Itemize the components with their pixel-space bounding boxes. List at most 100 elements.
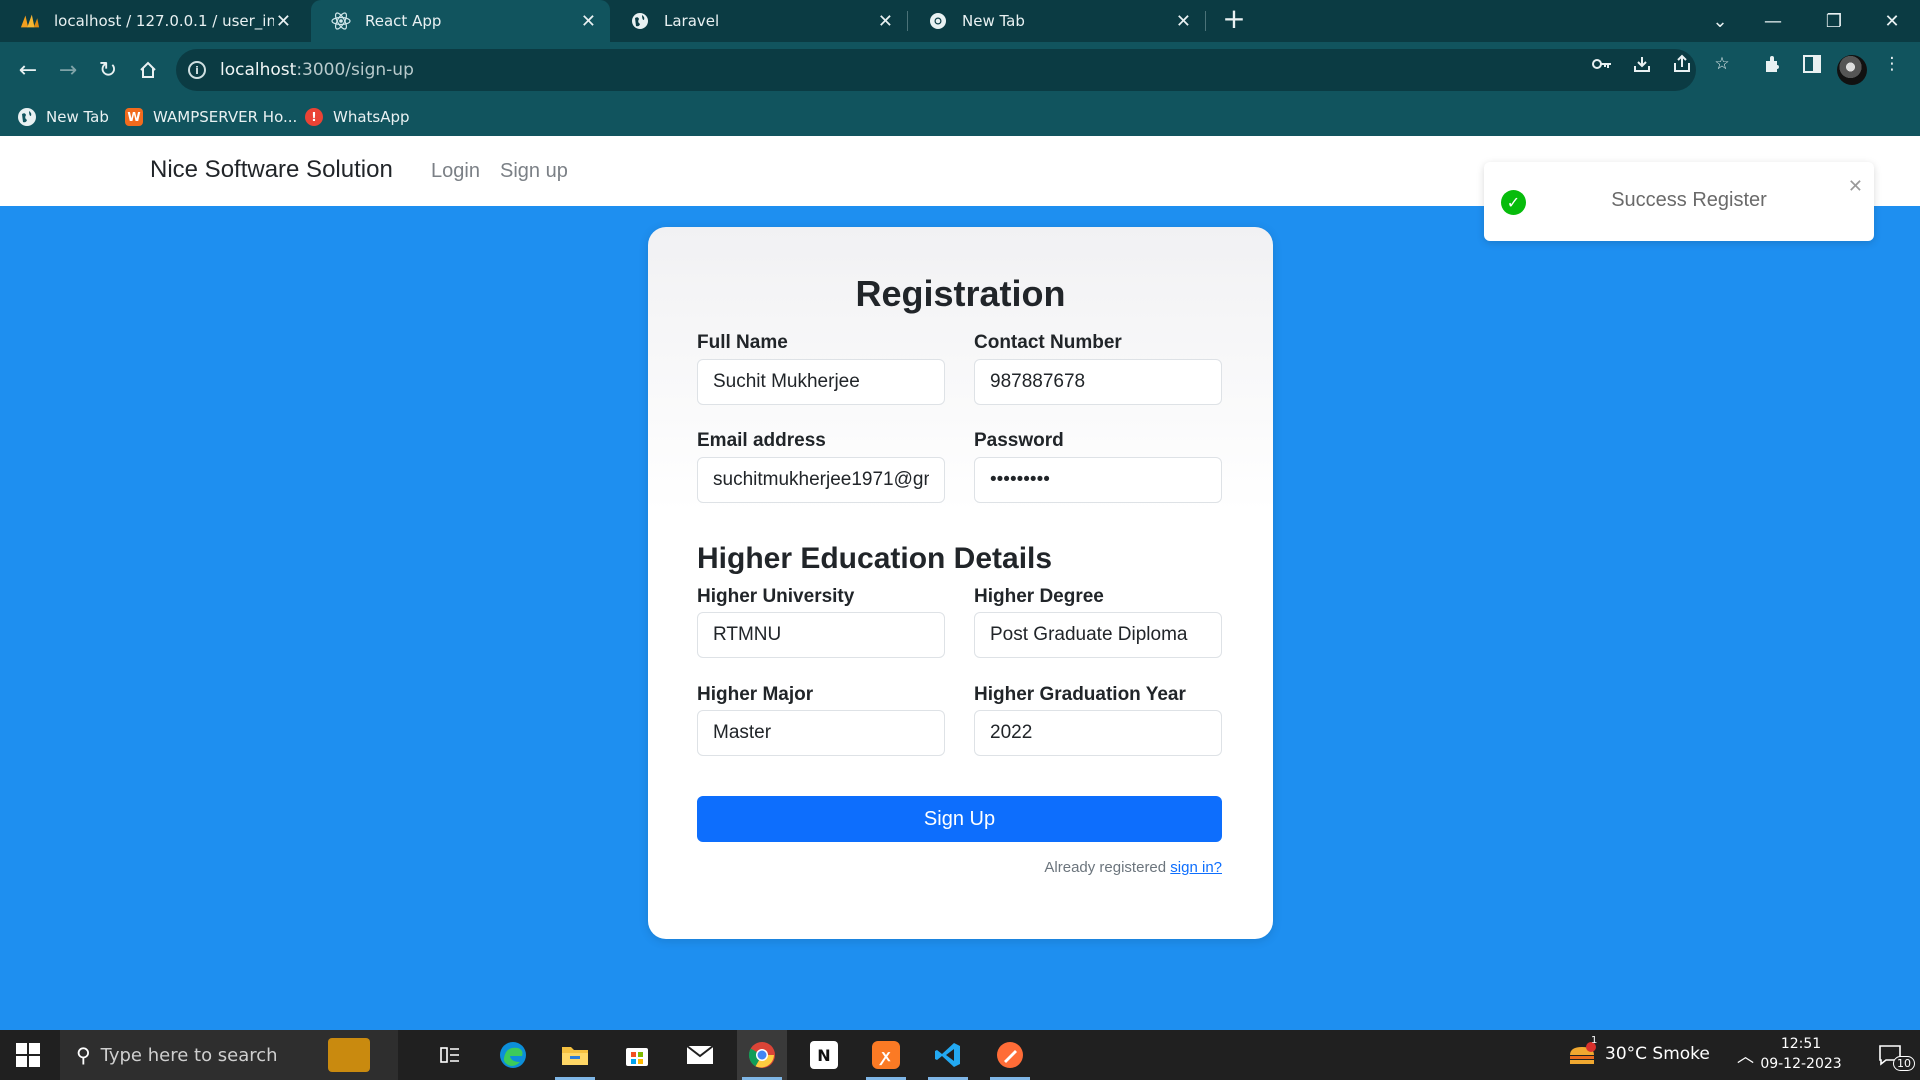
bookmark-new-tab[interactable]: New Tab <box>18 98 109 136</box>
new-tab-button[interactable]: + <box>1220 5 1248 34</box>
menu-kebab-icon[interactable]: ⋮ <box>1882 54 1902 74</box>
nav-signup-link[interactable]: Sign up <box>500 160 568 183</box>
tab-separator <box>1205 11 1206 31</box>
password-input[interactable] <box>974 457 1222 503</box>
tab-title: New Tab <box>962 12 1025 30</box>
chrome-taskbar-icon[interactable] <box>737 1030 787 1080</box>
toast-close-icon[interactable]: ✕ <box>1848 176 1863 197</box>
close-icon[interactable]: ✕ <box>581 11 596 32</box>
bookmark-star-icon[interactable]: ☆ <box>1712 54 1732 74</box>
search-placeholder: Type here to search <box>100 1044 278 1066</box>
search-icon: ⚲ <box>76 1043 91 1067</box>
password-label: Password <box>974 430 1064 451</box>
sign-in-link[interactable]: sign in? <box>1170 859 1222 876</box>
task-view-icon[interactable] <box>425 1030 475 1080</box>
chrome-icon <box>928 11 948 31</box>
vscode-icon[interactable] <box>923 1030 973 1080</box>
forward-arrow-icon[interactable]: → <box>52 54 84 86</box>
clock-date: 09-12-2023 <box>1760 1056 1842 1072</box>
file-explorer-icon[interactable] <box>550 1030 600 1080</box>
weather-badge: 1 <box>1591 1035 1598 1046</box>
share-icon[interactable] <box>1672 54 1692 74</box>
email-input[interactable] <box>697 457 945 503</box>
success-toast[interactable]: ✓ Success Register ✕ <box>1484 162 1874 241</box>
browser-tab-bar: localhost / 127.0.0.1 / user_info / ✕ Re… <box>0 0 1920 42</box>
bookmark-wampserver[interactable]: W WAMPSERVER Ho... <box>125 98 297 136</box>
full-name-label: Full Name <box>697 332 788 353</box>
university-input[interactable] <box>697 612 945 658</box>
window-close-icon[interactable]: ✕ <box>1864 0 1920 42</box>
page-viewport: Nice Software Solution Login Sign up Reg… <box>0 136 1920 1030</box>
windows-taskbar: ⚲ Type here to search N ꭗ 1 30°C Smoke ︿… <box>0 1030 1920 1080</box>
key-icon[interactable] <box>1592 54 1612 74</box>
degree-input[interactable] <box>974 612 1222 658</box>
extensions-icon[interactable] <box>1762 54 1782 74</box>
xampp-icon[interactable]: ꭗ <box>861 1030 911 1080</box>
full-name-input[interactable] <box>697 359 945 405</box>
install-app-icon[interactable] <box>1632 54 1652 74</box>
form-title: Registration <box>855 273 1066 314</box>
globe-icon <box>630 11 650 31</box>
nav-login-link[interactable]: Login <box>431 160 480 183</box>
url-host: localhost <box>220 60 297 80</box>
bookmark-label: WhatsApp <box>333 108 410 126</box>
tab-new-tab[interactable]: New Tab ✕ <box>908 0 1205 42</box>
tab-laravel[interactable]: Laravel ✕ <box>610 0 907 42</box>
home-icon[interactable] <box>132 54 164 86</box>
graduation-year-label: Higher Graduation Year <box>974 684 1186 705</box>
reload-icon[interactable]: ↻ <box>92 54 124 86</box>
wampserver-icon: W <box>125 108 143 126</box>
taskbar-search[interactable]: ⚲ Type here to search <box>60 1030 398 1080</box>
tab-react-app[interactable]: React App ✕ <box>311 0 610 42</box>
tab-phpmyadmin[interactable]: localhost / 127.0.0.1 / user_info / ✕ <box>0 0 305 42</box>
major-input[interactable] <box>697 710 945 756</box>
url-text: localhost:3000/sign-up <box>220 60 414 80</box>
globe-icon <box>18 108 36 126</box>
education-section-title: Higher Education Details <box>697 542 1053 575</box>
postman-icon[interactable] <box>985 1030 1035 1080</box>
registration-card: Registration Full Name Contact Number Em… <box>648 227 1273 939</box>
minimize-icon[interactable]: — <box>1745 0 1801 42</box>
profile-avatar[interactable] <box>1837 55 1867 85</box>
mail-icon[interactable] <box>675 1030 725 1080</box>
brand-logo-text[interactable]: Nice Software Solution <box>150 156 393 184</box>
bookmark-label: New Tab <box>46 108 109 126</box>
notifications-icon[interactable]: 10 <box>1865 1030 1915 1080</box>
tab-search-chevron-icon[interactable]: ⌄ <box>1692 0 1748 42</box>
tab-title: React App <box>365 12 442 30</box>
edge-icon[interactable] <box>488 1030 538 1080</box>
windows-start-icon[interactable] <box>16 1043 40 1067</box>
clock[interactable]: 12:51 09-12-2023 <box>1745 1034 1857 1074</box>
address-toolbar: ← → ↻ i localhost:3000/sign-up ☆ ⋮ <box>0 42 1920 98</box>
clock-time: 12:51 <box>1780 1036 1822 1052</box>
degree-label: Higher Degree <box>974 586 1104 607</box>
close-icon[interactable]: ✕ <box>1176 11 1191 32</box>
weather-text[interactable]: 30°C Smoke <box>1605 1044 1710 1064</box>
tab-title: localhost / 127.0.0.1 / user_info / <box>54 12 274 30</box>
bookmark-whatsapp[interactable]: ! WhatsApp <box>305 98 410 136</box>
university-label: Higher University <box>697 586 855 607</box>
already-registered-text: Already registered sign in? <box>1044 859 1222 876</box>
contact-number-label: Contact Number <box>974 332 1122 353</box>
react-icon <box>331 11 351 31</box>
store-icon[interactable] <box>612 1030 662 1080</box>
weather-icon[interactable] <box>1557 1030 1607 1080</box>
toast-message: Success Register <box>1611 189 1767 211</box>
back-arrow-icon[interactable]: ← <box>12 54 44 86</box>
bookmark-label: WAMPSERVER Ho... <box>153 108 298 126</box>
restore-icon[interactable]: ❐ <box>1806 0 1862 42</box>
sign-up-button[interactable]: Sign Up <box>697 796 1222 842</box>
contact-number-input[interactable] <box>974 359 1222 405</box>
already-registered-label: Already registered <box>1044 859 1171 876</box>
notification-count: 10 <box>1893 1056 1915 1071</box>
briefcase-icon <box>328 1038 370 1072</box>
close-icon[interactable]: ✕ <box>276 11 291 32</box>
close-icon[interactable]: ✕ <box>878 11 893 32</box>
graduation-year-input[interactable] <box>974 710 1222 756</box>
side-panel-icon[interactable] <box>1802 54 1822 74</box>
email-label: Email address <box>697 430 826 451</box>
tab-title: Laravel <box>664 12 720 30</box>
notion-icon[interactable]: N <box>799 1030 849 1080</box>
url-bar[interactable]: i localhost:3000/sign-up <box>176 49 1696 91</box>
site-info-icon[interactable]: i <box>188 61 206 79</box>
